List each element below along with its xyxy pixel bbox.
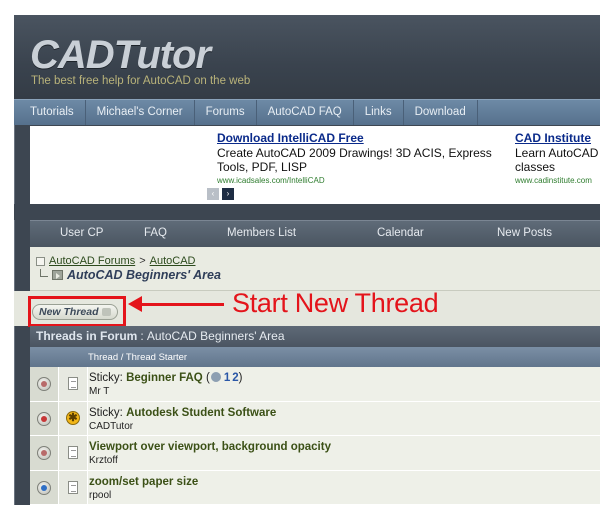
nav-tutorials[interactable]: Tutorials [14,100,86,125]
nav-michaels-corner[interactable]: Michael's Corner [86,100,195,125]
page-link-1[interactable]: 1 [224,372,230,384]
toolbar-new-posts[interactable]: New Posts [497,227,552,239]
status-icon [37,446,51,460]
annotation-arrow-icon [128,296,142,312]
ad-title-link[interactable]: Download IntelliCAD Free [217,131,497,145]
ad-text: Learn AutoCAD classes [515,146,599,174]
toolbar-faq[interactable]: FAQ [144,227,167,239]
status-new-icon [37,480,51,495]
ad-url[interactable]: www.cadinstitute.com [515,176,600,185]
forum-toolbar: User CP FAQ Members List Calendar New Po… [30,220,600,247]
thread-starter[interactable]: CADTutor [89,421,600,432]
nav-forums[interactable]: Forums [195,100,257,125]
toolbar-calendar[interactable]: Calendar [377,227,424,239]
threads-header-label: Threads in Forum [36,329,138,343]
divider-band [14,204,600,220]
ad-intellicad: Download IntelliCAD Free Create AutoCAD … [217,131,497,185]
main-nav: Tutorials Michael's Corner Forums AutoCA… [14,99,600,125]
status-icon [37,377,51,391]
breadcrumb-autocad-link[interactable]: AutoCAD [150,255,196,267]
annotation-arrow-line [138,303,224,306]
table-row: Sticky: Beginner FAQ (1 2) Mr T [30,367,600,402]
thread-title-link[interactable]: Autodesk Student Software [126,407,276,419]
forum-checkbox-icon [36,256,45,266]
status-locked-icon [37,411,51,426]
site-logo[interactable]: CADTutor [30,33,211,78]
column-header: Thread / Thread Starter [30,347,600,367]
forum-page-icon [52,270,63,280]
document-icon [68,377,78,390]
thread-list: Sticky: Beginner FAQ (1 2) Mr T ✱ Sticky:… [30,367,600,505]
thread-title-link[interactable]: Viewport over viewport, background opaci… [89,441,331,453]
sticky-prefix: Sticky: [89,372,123,384]
table-row: zoom/set paper size rpool [30,470,600,505]
sticky-prefix: Sticky: [89,406,123,419]
nav-links[interactable]: Links [354,100,404,125]
site-header: CADTutor The best free help for AutoCAD … [14,15,600,99]
table-row: ✱ Sticky: Autodesk Student Software CADT… [30,401,600,436]
annotation-text: Start New Thread [232,288,439,318]
breadcrumb: AutoCAD Forums > AutoCAD AutoCAD Beginne… [30,247,600,291]
star-icon: ✱ [66,410,80,425]
site-tagline: The best free help for AutoCAD on the we… [31,75,251,87]
ad-next-icon[interactable]: › [222,188,234,200]
toolbar-members-list[interactable]: Members List [227,227,296,239]
ad-pager: ‹ › [207,188,234,200]
thread-starter[interactable]: rpool [89,490,600,501]
nav-download[interactable]: Download [404,100,478,125]
thread-starter[interactable]: Mr T [89,386,600,397]
breadcrumb-separator: > [139,255,146,267]
threads-header-forum: AutoCAD Beginners' Area [146,329,285,343]
ad-url[interactable]: www.icadsales.com/IntelliCAD [217,176,497,185]
column-header-thread[interactable]: Thread / Thread Starter [88,352,187,363]
document-icon [68,480,78,494]
thread-starter[interactable]: Krztoff [89,455,600,466]
toolbar-user-cp[interactable]: User CP [60,227,103,239]
thread-title-link[interactable]: Beginner FAQ [126,372,203,384]
breadcrumb-forums-link[interactable]: AutoCAD Forums [49,255,135,267]
multipage-icon [210,372,221,382]
breadcrumb-current: AutoCAD Beginners' Area [67,268,221,282]
annotation-highlight-box [28,296,126,327]
ad-prev-icon[interactable]: ‹ [207,188,219,200]
thread-pages: (1 2) [205,372,243,384]
table-row: Viewport over viewport, background opaci… [30,436,600,471]
page-link-2[interactable]: 2 [232,372,238,384]
document-icon [68,446,78,459]
nav-autocad-faq[interactable]: AutoCAD FAQ [257,100,354,125]
ad-banner: Download IntelliCAD Free Create AutoCAD … [30,126,600,204]
tree-elbow-icon [40,269,48,277]
thread-title-link[interactable]: zoom/set paper size [89,476,198,488]
ad-cad-institute: CAD Institute Learn AutoCAD classes www.… [515,131,600,185]
ad-text: Create AutoCAD 2009 Drawings! 3D ACIS, E… [217,146,492,174]
ad-title-link[interactable]: CAD Institute [515,131,600,145]
threads-header: Threads in Forum : AutoCAD Beginners' Ar… [30,326,600,347]
threads-header-sep: : [140,329,144,343]
